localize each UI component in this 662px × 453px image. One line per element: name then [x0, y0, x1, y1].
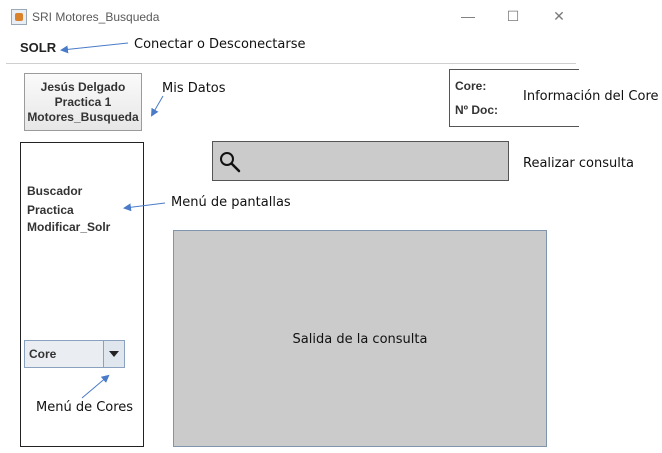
window-title: SRI Motores_Busqueda: [32, 10, 160, 24]
core-label: Core:: [455, 79, 487, 93]
user-name: Jesús Delgado: [40, 80, 126, 94]
search-icon[interactable]: [219, 151, 241, 173]
annotation-cores-menu: Menú de Cores: [36, 400, 134, 415]
user-practice: Practica 1: [54, 95, 112, 109]
menu-item-modificar-solr[interactable]: Modificar_Solr: [27, 220, 110, 234]
menubar-divider: [6, 63, 576, 64]
close-icon[interactable]: ✕: [546, 6, 572, 26]
chevron-down-icon[interactable]: [103, 341, 124, 367]
arrow-my-data: [150, 95, 164, 117]
annotation-screens-menu: Menú de pantallas: [171, 195, 291, 210]
annotation-connect: Conectar o Desconectarse: [134, 37, 306, 52]
menu-item-practica[interactable]: Practica: [27, 203, 74, 217]
output-label: Salida de la consulta: [292, 332, 428, 347]
maximize-icon[interactable]: ☐: [500, 6, 526, 26]
user-data-button[interactable]: Jesús Delgado Practica 1 Motores_Busqued…: [24, 73, 142, 131]
annotation-my-data: Mis Datos: [162, 81, 226, 96]
menu-item-buscador[interactable]: Buscador: [27, 184, 82, 198]
annotation-query: Realizar consulta: [523, 156, 634, 171]
app-icon: [11, 9, 27, 25]
query-output-area: Salida de la consulta: [173, 230, 547, 447]
menu-solr[interactable]: SOLR: [20, 40, 56, 55]
core-select[interactable]: Core: [24, 340, 125, 368]
minimize-icon[interactable]: —: [455, 6, 481, 26]
arrow-connect: [60, 42, 129, 54]
user-project: Motores_Busqueda: [27, 110, 139, 124]
annotation-core-info: Información del Core: [523, 89, 659, 104]
ndoc-label: Nº Doc:: [455, 103, 499, 117]
search-input[interactable]: [212, 141, 509, 181]
core-select-value: Core: [29, 347, 57, 361]
